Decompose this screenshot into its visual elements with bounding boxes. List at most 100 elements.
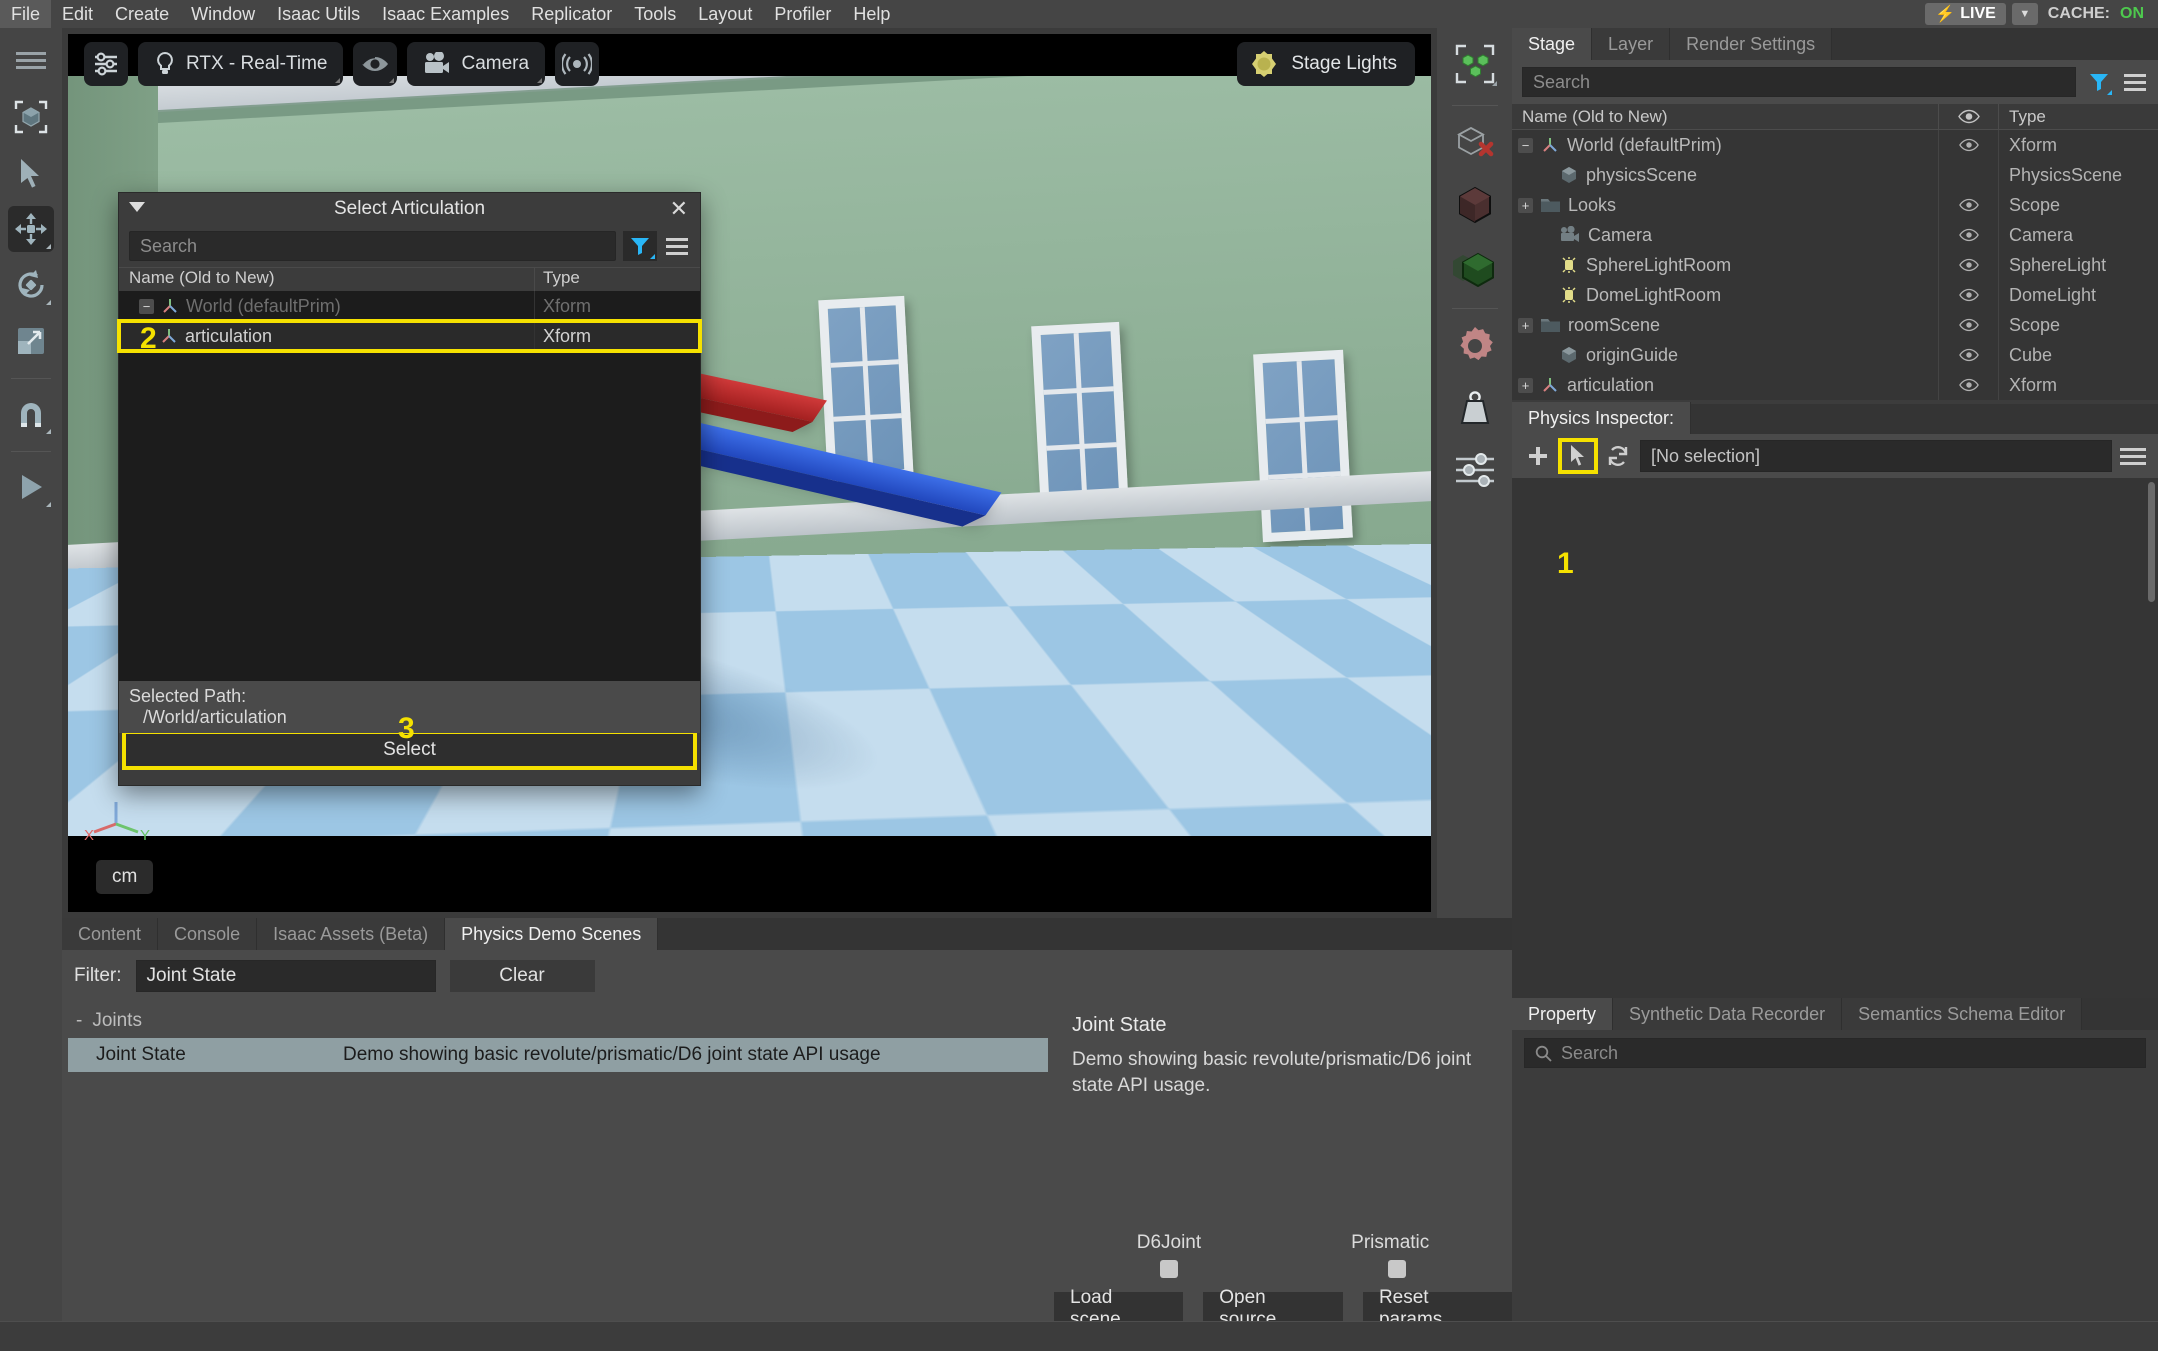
expander-icon[interactable]: − [139, 299, 154, 314]
clear-button[interactable]: Clear [450, 960, 595, 992]
dialog-row-world[interactable]: − World (defaultPrim) Xform [119, 291, 700, 321]
collapse-caret-icon[interactable] [129, 202, 145, 212]
eye-icon[interactable] [1938, 370, 1998, 400]
stage-row-physicsscene[interactable]: physicsScene PhysicsScene [1512, 160, 2158, 190]
menu-replicator[interactable]: Replicator [520, 0, 623, 28]
eye-icon[interactable] [1938, 250, 1998, 280]
stage-row-looks[interactable]: + Looks Scope [1512, 190, 2158, 220]
stage-row-spherelightroom[interactable]: SphereLightRoom SphereLight [1512, 250, 2158, 280]
menu-layout[interactable]: Layout [687, 0, 763, 28]
hide-bbox-icon[interactable] [1449, 117, 1501, 169]
close-icon[interactable]: ✕ [670, 198, 688, 220]
menu-window[interactable]: Window [180, 0, 266, 28]
expander-icon[interactable]: + [1518, 318, 1533, 333]
expander-icon[interactable]: + [1518, 198, 1533, 213]
select-object-icon[interactable] [8, 94, 54, 140]
tab-property[interactable]: Property [1512, 998, 1613, 1030]
colliders-icon[interactable] [1449, 179, 1501, 231]
viewport-settings-button[interactable] [84, 42, 128, 86]
menu-file[interactable]: File [0, 0, 51, 28]
menu-edit[interactable]: Edit [51, 0, 104, 28]
physics-inspector-hamburger-icon[interactable] [2116, 441, 2150, 471]
scale-tool-icon[interactable] [8, 318, 54, 364]
property-search-input[interactable]: Search [1524, 1038, 2146, 1068]
play-icon[interactable] [8, 464, 54, 510]
eye-icon[interactable] [1938, 310, 1998, 340]
menu-profiler[interactable]: Profiler [763, 0, 842, 28]
stage-row-camera[interactable]: Camera Camera [1512, 220, 2158, 250]
refresh-icon[interactable] [1600, 440, 1636, 472]
tab-physics-inspector[interactable]: Physics Inspector: [1512, 402, 1691, 434]
dialog-search-input[interactable]: Search [129, 231, 616, 261]
eye-icon[interactable] [1938, 340, 1998, 370]
stage-row-articulation[interactable]: + articulation Xform [1512, 370, 2158, 400]
collision-mesh-icon[interactable] [1449, 241, 1501, 293]
stage-filter-icon[interactable] [2084, 67, 2114, 97]
tab-synthetic-data-recorder[interactable]: Synthetic Data Recorder [1613, 998, 1842, 1030]
select-articulation-dialog[interactable]: Select Articulation ✕ Search Name (Old t… [118, 192, 701, 786]
expander-icon[interactable]: + [1518, 378, 1533, 393]
filter-icon[interactable] [623, 231, 657, 261]
sliders-icon[interactable] [1449, 444, 1501, 496]
visibility-eye-button[interactable] [353, 42, 397, 86]
tab-isaac-assets[interactable]: Isaac Assets (Beta) [257, 918, 445, 950]
stage-lights-button[interactable]: Stage Lights [1237, 42, 1415, 86]
eye-icon[interactable] [1938, 130, 1998, 160]
filter-input[interactable]: Joint State [136, 960, 436, 992]
renderer-select-button[interactable]: RTX - Real-Time [138, 42, 343, 86]
dialog-options-hamburger-icon[interactable] [664, 231, 690, 261]
stage-tree[interactable]: − World (defaultPrim) Xform physicsScene… [1512, 130, 2158, 400]
menu-help[interactable]: Help [842, 0, 901, 28]
move-tool-icon[interactable] [8, 206, 54, 252]
stage-row-domelightroom[interactable]: DomeLightRoom DomeLight [1512, 280, 2158, 310]
stage-row-world[interactable]: − World (defaultPrim) Xform [1512, 130, 2158, 160]
live-button[interactable]: ⚡ LIVE [1925, 3, 2005, 25]
mass-weight-icon[interactable] [1449, 382, 1501, 434]
live-dropdown-button[interactable]: ▼ [2012, 3, 2038, 25]
camera-select-button[interactable]: Camera [407, 42, 545, 86]
tab-layer[interactable]: Layer [1592, 28, 1670, 60]
group-expander-icon[interactable]: - [76, 1010, 82, 1032]
physics-inspector-selection-field[interactable]: [No selection] [1640, 440, 2112, 472]
demo-group-joints[interactable]: - Joints [68, 1004, 1048, 1038]
status-bar [0, 1321, 2158, 1351]
menu-create[interactable]: Create [104, 0, 180, 28]
menu-isaac-utils[interactable]: Isaac Utils [266, 0, 371, 28]
eye-icon[interactable] [1938, 190, 1998, 220]
snap-magnet-icon[interactable] [8, 391, 54, 437]
tab-render-settings[interactable]: Render Settings [1670, 28, 1832, 60]
eye-icon[interactable] [1938, 280, 1998, 310]
menu-isaac-examples[interactable]: Isaac Examples [371, 0, 520, 28]
physics-inspector-scrollbar[interactable] [2148, 482, 2155, 602]
select-all-icon[interactable] [1449, 38, 1501, 90]
cursor-arrow-icon[interactable] [1560, 440, 1596, 472]
cursor-arrow-icon[interactable] [8, 150, 54, 196]
tab-stage[interactable]: Stage [1512, 28, 1592, 60]
tab-content[interactable]: Content [62, 918, 158, 950]
eye-icon[interactable] [1938, 220, 1998, 250]
param-checkbox-d6joint[interactable] [1160, 1260, 1178, 1278]
plus-icon[interactable] [1520, 440, 1556, 472]
stage-options-hamburger-icon[interactable] [2122, 67, 2148, 97]
demo-row-joint-state[interactable]: Joint State Demo showing basic revolute/… [68, 1038, 1048, 1072]
menu-hamburger-icon[interactable] [8, 38, 54, 84]
param-checkbox-prismatic[interactable] [1388, 1260, 1406, 1278]
physics-inspector-body [1512, 478, 2158, 998]
dialog-tree-list[interactable]: − World (defaultPrim) Xform articulation… [119, 291, 700, 681]
demo-list[interactable]: - Joints Joint State Demo showing basic … [62, 1000, 1054, 1340]
units-badge[interactable]: cm [96, 860, 153, 894]
stage-row-originguide[interactable]: originGuide Cube [1512, 340, 2158, 370]
physics-settings-gear-icon[interactable] [1449, 320, 1501, 372]
menu-tools[interactable]: Tools [623, 0, 687, 28]
tab-semantics-schema-editor[interactable]: Semantics Schema Editor [1842, 998, 2082, 1030]
expander-icon[interactable]: − [1518, 138, 1533, 153]
xform-axis-icon [160, 296, 180, 316]
tab-physics-demo-scenes[interactable]: Physics Demo Scenes [445, 918, 658, 950]
rotate-tool-icon[interactable] [8, 262, 54, 308]
dialog-titlebar[interactable]: Select Articulation ✕ [119, 193, 700, 225]
sensor-broadcast-button[interactable] [555, 42, 599, 86]
stage-row-roomscene[interactable]: + roomScene Scope [1512, 310, 2158, 340]
stage-search-input[interactable]: Search [1522, 67, 2076, 97]
dialog-row-articulation[interactable]: articulation Xform [119, 321, 700, 351]
tab-console[interactable]: Console [158, 918, 257, 950]
